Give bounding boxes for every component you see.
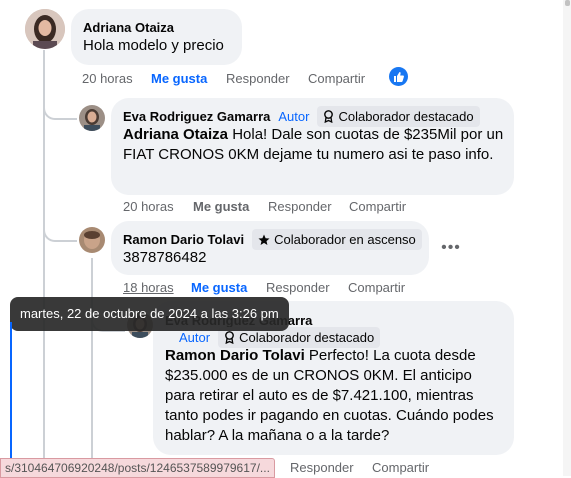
comment-timestamp[interactable]: 20 horas: [82, 71, 133, 86]
badge-label: Colaborador destacado: [338, 109, 474, 124]
comment-text: Hola modelo y precio: [83, 37, 224, 54]
reply-button[interactable]: Responder: [266, 280, 330, 295]
author-label: Autor: [278, 109, 310, 124]
avatar-photo: [79, 105, 105, 131]
share-button[interactable]: Compartir: [308, 71, 365, 86]
scrollbar-thumb[interactable]: [565, 0, 570, 6]
share-button[interactable]: Compartir: [349, 199, 406, 214]
avatar-eva[interactable]: [79, 105, 105, 131]
author-label: Autor: [179, 330, 211, 345]
like-button[interactable]: Me gusta: [191, 280, 247, 295]
comment-author[interactable]: Adriana Otaiza: [83, 20, 174, 35]
reply-button[interactable]: Responder: [268, 199, 332, 214]
badge-icon: [225, 331, 234, 344]
comment-text-block: Ramon Dario Tolavi Perfecto! La cuota de…: [165, 346, 495, 446]
mention-link[interactable]: Ramon Dario Tolavi: [165, 347, 305, 364]
avatar-adriana[interactable]: [25, 9, 65, 49]
tooltip-text: martes, 22 de octubre de 2024 a las 3:26…: [20, 306, 279, 321]
avatar-photo: [79, 227, 105, 253]
badge-icon: [324, 110, 334, 123]
badge-label: Colaborador destacado: [239, 330, 375, 345]
comment-author[interactable]: Ramon Dario Tolavi: [123, 232, 244, 247]
scrollbar-track[interactable]: [563, 0, 571, 476]
status-bar-url: s/310464706920248/posts/1246537589979617…: [0, 458, 275, 478]
star-icon: [258, 234, 270, 245]
comment-bubble-3: Ramon Dario Tolavi Colaborador en ascens…: [111, 221, 429, 275]
avatar-ramon[interactable]: [79, 227, 105, 253]
rising-contributor-badge[interactable]: Colaborador en ascenso: [252, 229, 422, 250]
like-button[interactable]: Me gusta: [151, 71, 207, 86]
reply-button[interactable]: Responder: [290, 460, 354, 475]
share-button[interactable]: Compartir: [372, 460, 429, 475]
thread-line-branch-1: [43, 80, 77, 120]
top-contributor-badge[interactable]: Colaborador destacado: [317, 106, 480, 127]
more-options-icon[interactable]: •••: [440, 238, 462, 258]
comment-text: 3878786482: [123, 249, 207, 266]
avatar-photo: [25, 9, 65, 49]
comment-text-block: Adriana Otaiza Hola! Dale son cuotas de …: [123, 125, 508, 165]
like-reaction-icon[interactable]: [389, 67, 408, 86]
comment-timestamp[interactable]: 20 horas: [123, 199, 174, 214]
comment-header: Eva Rodriguez Gamarra Autor Colaborador …: [123, 106, 480, 127]
comment-author[interactable]: Eva Rodriguez Gamarra: [123, 109, 270, 124]
reply-button[interactable]: Responder: [226, 71, 290, 86]
like-button[interactable]: Me gusta: [193, 199, 249, 214]
comment-bubble-1: Adriana Otaiza Hola modelo y precio: [71, 9, 242, 65]
thread-line-branch-2: [43, 200, 77, 242]
comment-header: Ramon Dario Tolavi Colaborador en ascens…: [123, 229, 422, 250]
mention-link[interactable]: Adriana Otaiza: [123, 126, 228, 143]
badge-label: Colaborador en ascenso: [274, 232, 416, 247]
focus-indicator: [10, 322, 12, 476]
share-button[interactable]: Compartir: [348, 280, 405, 295]
timestamp-tooltip: martes, 22 de octubre de 2024 a las 3:26…: [10, 297, 289, 331]
comment-timestamp[interactable]: 18 horas: [123, 280, 174, 295]
comment-bubble-2: Eva Rodriguez Gamarra Autor Colaborador …: [111, 98, 514, 195]
